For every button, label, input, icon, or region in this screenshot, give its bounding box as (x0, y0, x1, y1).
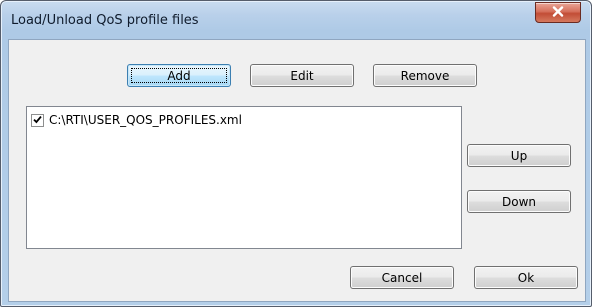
ok-button-label: Ok (517, 270, 535, 285)
up-button[interactable]: Up (467, 144, 571, 167)
down-button-label: Down (501, 194, 536, 209)
file-checkbox[interactable] (31, 113, 44, 127)
title-bar[interactable]: Load/Unload QoS profile files (1, 1, 591, 39)
close-icon (552, 5, 564, 20)
up-button-label: Up (510, 148, 528, 163)
checkmark-icon (33, 113, 42, 127)
file-path-label: C:\RTI\USER_QOS_PROFILES.xml (49, 113, 242, 127)
add-button[interactable]: Add (127, 64, 231, 87)
ok-button[interactable]: Ok (474, 266, 578, 289)
close-button[interactable] (535, 2, 581, 23)
edit-button-label: Edit (290, 68, 314, 83)
qos-file-list[interactable]: C:\RTI\USER_QOS_PROFILES.xml (26, 106, 462, 249)
dialog-window: Load/Unload QoS profile files Add Edit R… (0, 0, 592, 307)
list-item[interactable]: C:\RTI\USER_QOS_PROFILES.xml (31, 113, 242, 127)
remove-button[interactable]: Remove (373, 64, 477, 87)
down-button[interactable]: Down (467, 190, 571, 213)
focus-ring (131, 68, 227, 83)
remove-button-label: Remove (400, 68, 450, 83)
cancel-button[interactable]: Cancel (350, 266, 454, 289)
edit-button[interactable]: Edit (250, 64, 354, 87)
dialog-title: Load/Unload QoS profile files (11, 13, 199, 28)
dialog-client-area: Add Edit Remove C:\RTI\USER_QOS_PROFILES… (8, 39, 586, 302)
cancel-button-label: Cancel (381, 270, 423, 285)
